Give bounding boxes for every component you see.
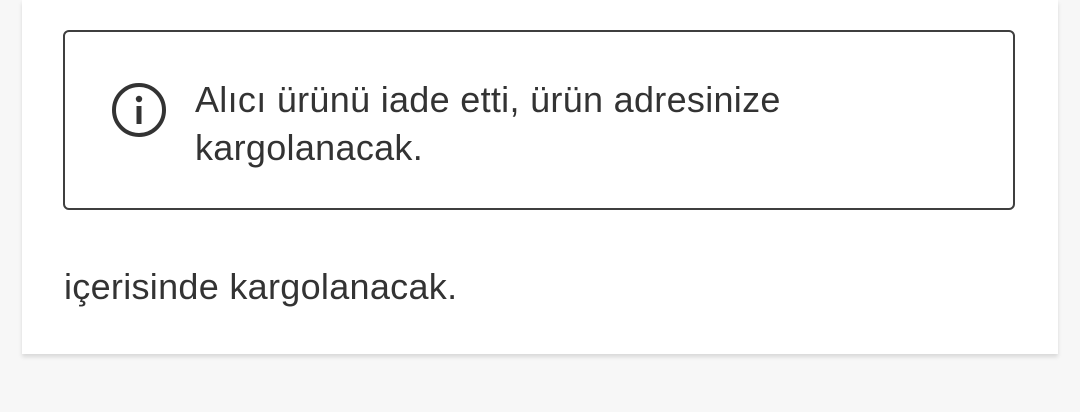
content-card: Alıcı ürünü iade etti, ürün adresinize k… (22, 0, 1058, 354)
info-notice-message: Alıcı ürünü iade etti, ürün adresinize k… (195, 79, 781, 168)
shipping-info-text: içerisinde kargolanacak. (64, 266, 458, 307)
info-icon (111, 82, 167, 138)
info-notice-box: Alıcı ürünü iade etti, ürün adresinize k… (63, 30, 1015, 210)
